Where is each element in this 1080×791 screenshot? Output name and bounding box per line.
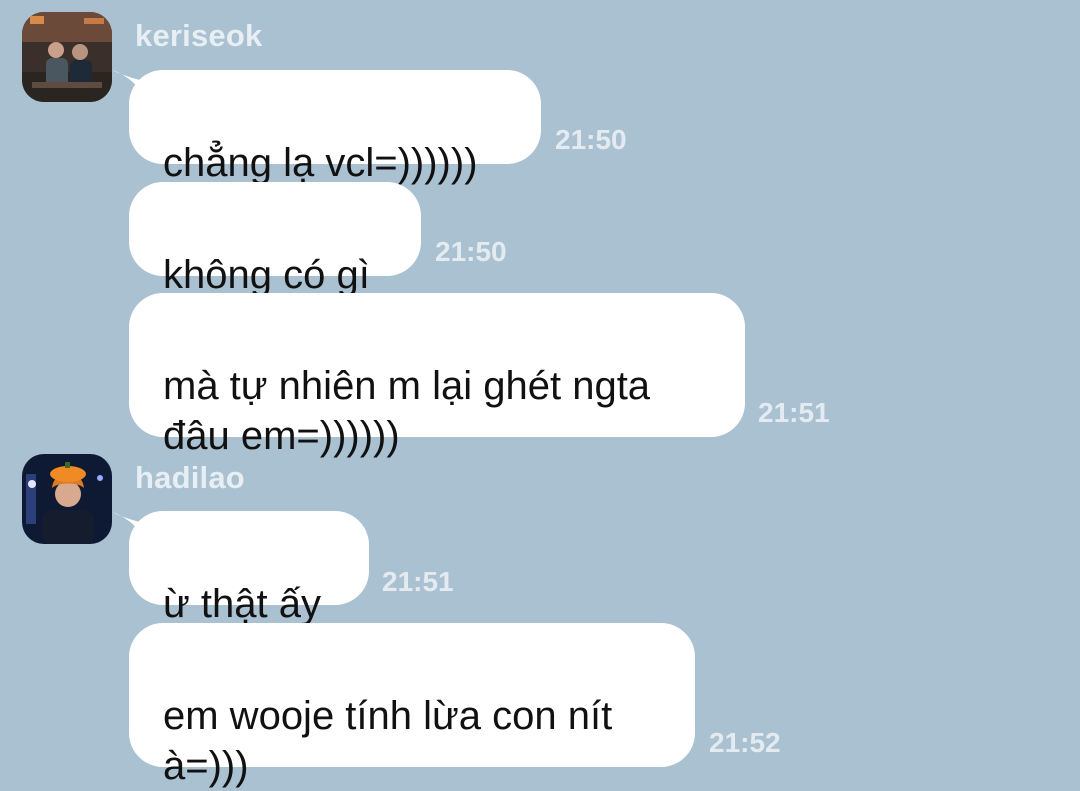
message-timestamp: 21:52 — [709, 727, 781, 758]
username-label: hadilao — [135, 460, 245, 495]
message-bubble[interactable]: em wooje tính lừa con nít à=))) — [129, 623, 695, 788]
message-text: em wooje tính lừa con nít à=))) — [163, 694, 613, 788]
message-timestamp: 21:50 — [435, 236, 507, 267]
message-bubble[interactable]: mà tự nhiên m lại ghét ngta đâu em=)))))… — [129, 293, 745, 458]
avatar-photo-icon — [22, 12, 112, 102]
message-timestamp: 21:51 — [758, 397, 830, 428]
message-bubble[interactable]: chẳng lạ vcl=)))))) — [129, 70, 541, 185]
username-label: keriseok — [135, 18, 263, 53]
user-avatar[interactable] — [22, 12, 112, 102]
chat-area: keriseok chẳng lạ vcl=)))))) 21:50 không… — [0, 0, 1080, 788]
user-avatar[interactable] — [22, 454, 112, 544]
message-bubble[interactable]: ừ thật ấy — [129, 511, 369, 626]
message-text: không có gì — [163, 253, 370, 297]
message-text: chẳng lạ vcl=)))))) — [163, 141, 478, 185]
message-timestamp: 21:50 — [555, 124, 627, 155]
message-text: mà tự nhiên m lại ghét ngta đâu em=)))))… — [163, 364, 651, 458]
message-bubble[interactable]: không có gì — [129, 182, 421, 297]
avatar-photo-icon — [22, 454, 112, 544]
message-text: ừ thật ấy — [163, 582, 321, 626]
message-timestamp: 21:51 — [382, 566, 454, 597]
